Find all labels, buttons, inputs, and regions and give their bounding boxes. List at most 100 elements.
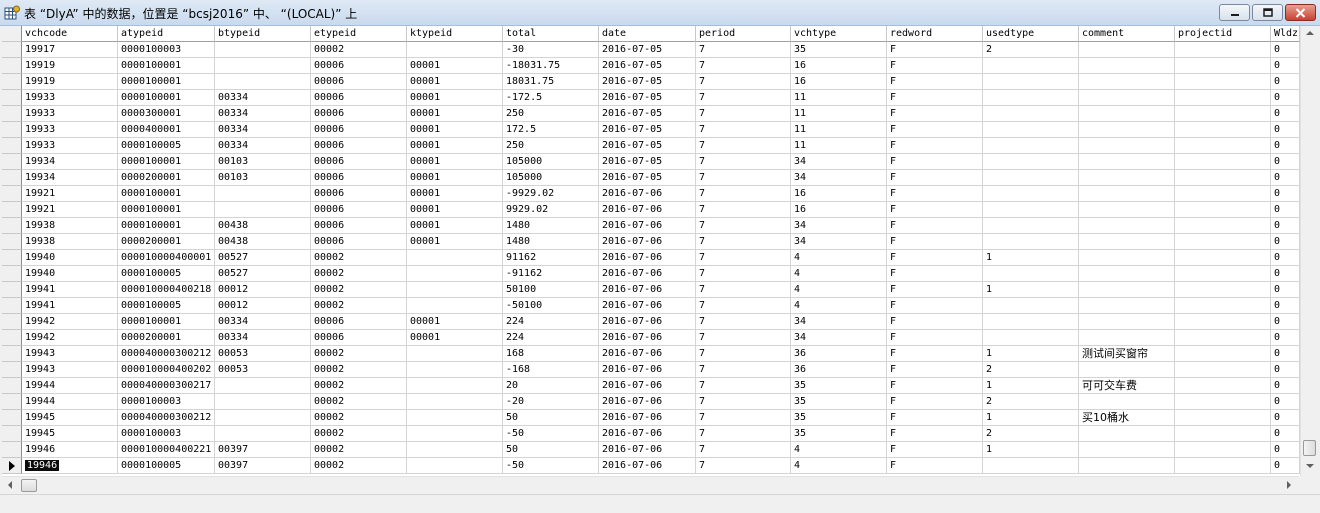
cell-date[interactable]: 2016-07-05 — [599, 138, 696, 154]
cell-total[interactable]: -168 — [503, 362, 599, 378]
cell-projectid[interactable] — [1175, 202, 1271, 218]
cell-btypeid[interactable]: 00012 — [215, 282, 311, 298]
cell-vchcode[interactable]: 19919 — [22, 74, 118, 90]
cell-btypeid[interactable]: 00397 — [215, 442, 311, 458]
cell-vchcode[interactable]: 19943 — [22, 362, 118, 378]
cell-vchtype[interactable]: 16 — [791, 202, 887, 218]
cell-redword[interactable]: F — [887, 298, 983, 314]
cell-projectid[interactable] — [1175, 154, 1271, 170]
cell-vchtype[interactable]: 11 — [791, 122, 887, 138]
cell-redword[interactable]: F — [887, 458, 983, 474]
cell-ktypeid[interactable]: 00001 — [407, 186, 503, 202]
cell-etypeid[interactable]: 00006 — [311, 202, 407, 218]
cell-ktypeid[interactable]: 00001 — [407, 314, 503, 330]
cell-wldz[interactable]: 0 — [1271, 218, 1300, 234]
cell-btypeid[interactable]: 00334 — [215, 106, 311, 122]
cell-btypeid[interactable]: 00334 — [215, 314, 311, 330]
cell-usedtype[interactable]: 1 — [983, 410, 1079, 426]
cell-date[interactable]: 2016-07-06 — [599, 234, 696, 250]
cell-redword[interactable]: F — [887, 442, 983, 458]
table-row[interactable]: 19946 000010000400221 00397 00002 50 2016-07-… — [2, 442, 1300, 458]
cell-redword[interactable]: F — [887, 378, 983, 394]
cell-projectid[interactable] — [1175, 266, 1271, 282]
table-row[interactable]: 19944 0000100003 00002 -20 2016-07-06 7 35 F 2 0 — [2, 394, 1300, 410]
cell-etypeid[interactable]: 00006 — [311, 330, 407, 346]
table-row[interactable]: 19946 0000100005 00397 00002 -50 2016-07-06 7 4… — [2, 458, 1300, 474]
cell-total[interactable]: 50100 — [503, 282, 599, 298]
cell-date[interactable]: 2016-07-05 — [599, 170, 696, 186]
cell-vchcode[interactable]: 19921 — [22, 202, 118, 218]
cell-comment[interactable] — [1079, 442, 1175, 458]
cell-etypeid[interactable]: 00002 — [311, 250, 407, 266]
cell-etypeid[interactable]: 00002 — [311, 266, 407, 282]
row-selector[interactable] — [2, 330, 22, 346]
cell-etypeid[interactable]: 00006 — [311, 154, 407, 170]
cell-redword[interactable]: F — [887, 266, 983, 282]
select-all-corner[interactable] — [2, 26, 22, 42]
cell-comment[interactable] — [1079, 266, 1175, 282]
cell-ktypeid[interactable] — [407, 282, 503, 298]
cell-date[interactable]: 2016-07-06 — [599, 202, 696, 218]
cell-etypeid[interactable]: 00002 — [311, 298, 407, 314]
cell-btypeid[interactable]: 00053 — [215, 346, 311, 362]
cell-ktypeid[interactable]: 00001 — [407, 330, 503, 346]
cell-usedtype[interactable]: 1 — [983, 250, 1079, 266]
cell-vchtype[interactable]: 4 — [791, 442, 887, 458]
cell-atypeid[interactable]: 000010000400202 — [118, 362, 215, 378]
row-selector[interactable] — [2, 362, 22, 378]
cell-btypeid[interactable]: 00053 — [215, 362, 311, 378]
cell-vchtype[interactable]: 34 — [791, 154, 887, 170]
cell-vchtype[interactable]: 35 — [791, 394, 887, 410]
cell-usedtype[interactable]: 1 — [983, 346, 1079, 362]
cell-btypeid[interactable]: 00397 — [215, 458, 311, 474]
cell-usedtype[interactable]: 1 — [983, 282, 1079, 298]
cell-vchcode[interactable]: 19933 — [22, 106, 118, 122]
cell-vchtype[interactable]: 4 — [791, 458, 887, 474]
cell-vchtype[interactable]: 36 — [791, 362, 887, 378]
cell-date[interactable]: 2016-07-06 — [599, 442, 696, 458]
row-selector[interactable] — [2, 42, 22, 58]
cell-wldz[interactable]: 0 — [1271, 186, 1300, 202]
cell-projectid[interactable] — [1175, 458, 1271, 474]
cell-usedtype[interactable] — [983, 58, 1079, 74]
column-header-redword[interactable]: redword — [887, 26, 983, 42]
cell-redword[interactable]: F — [887, 394, 983, 410]
cell-period[interactable]: 7 — [696, 138, 791, 154]
horizontal-scroll-thumb[interactable] — [21, 479, 37, 492]
cell-date[interactable]: 2016-07-06 — [599, 330, 696, 346]
cell-wldz[interactable]: 0 — [1271, 298, 1300, 314]
cell-projectid[interactable] — [1175, 346, 1271, 362]
cell-projectid[interactable] — [1175, 362, 1271, 378]
cell-redword[interactable]: F — [887, 426, 983, 442]
cell-usedtype[interactable] — [983, 218, 1079, 234]
cell-wldz[interactable]: 0 — [1271, 442, 1300, 458]
cell-total[interactable]: 224 — [503, 330, 599, 346]
row-selector[interactable] — [2, 90, 22, 106]
cell-total[interactable]: 1480 — [503, 218, 599, 234]
cell-ktypeid[interactable] — [407, 426, 503, 442]
cell-comment[interactable] — [1079, 250, 1175, 266]
cell-period[interactable]: 7 — [696, 266, 791, 282]
cell-projectid[interactable] — [1175, 250, 1271, 266]
cell-projectid[interactable] — [1175, 410, 1271, 426]
cell-vchtype[interactable]: 11 — [791, 106, 887, 122]
table-row[interactable]: 19938 0000200001 00438 00006 00001 1480 2016-0… — [2, 234, 1300, 250]
table-row[interactable]: 19941 000010000400218 00012 00002 50100 2016-… — [2, 282, 1300, 298]
cell-ktypeid[interactable]: 00001 — [407, 234, 503, 250]
cell-ktypeid[interactable]: 00001 — [407, 58, 503, 74]
cell-wldz[interactable]: 0 — [1271, 42, 1300, 58]
cell-wldz[interactable]: 0 — [1271, 74, 1300, 90]
row-selector[interactable] — [2, 218, 22, 234]
cell-date[interactable]: 2016-07-06 — [599, 362, 696, 378]
cell-vchtype[interactable]: 16 — [791, 58, 887, 74]
cell-etypeid[interactable]: 00006 — [311, 234, 407, 250]
table-row[interactable]: 19940 000010000400001 00527 00002 91162 2016-… — [2, 250, 1300, 266]
cell-atypeid[interactable]: 0000200001 — [118, 234, 215, 250]
cell-btypeid[interactable]: 00527 — [215, 250, 311, 266]
cell-ktypeid[interactable] — [407, 250, 503, 266]
cell-wldz[interactable]: 0 — [1271, 154, 1300, 170]
column-header-wldz[interactable]: Wldz( — [1271, 26, 1300, 42]
cell-wldz[interactable]: 0 — [1271, 330, 1300, 346]
table-row[interactable]: 19945 000040000300212 00002 50 2016-07-06 7 35… — [2, 410, 1300, 426]
cell-atypeid[interactable]: 0000100001 — [118, 58, 215, 74]
